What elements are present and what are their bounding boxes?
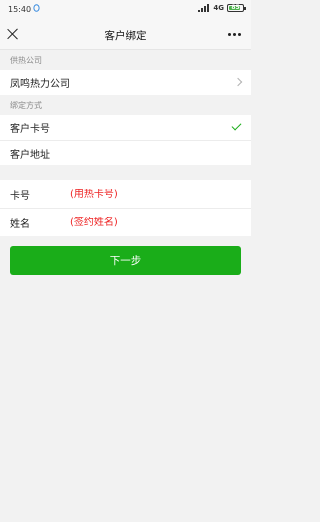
- network-type: 4G: [213, 4, 224, 12]
- bind-option-address[interactable]: 客户地址: [0, 140, 251, 165]
- card-number-label: 卡号: [10, 190, 30, 202]
- status-time: 15:40: [8, 5, 32, 14]
- next-step-button[interactable]: 下一步: [10, 246, 241, 275]
- bind-option-label: 客户地址: [10, 149, 50, 161]
- supplier-company-name: 凤鸣热力公司: [10, 79, 70, 90]
- bind-method-section-label: 绑定方式: [10, 101, 42, 110]
- chevron-right-icon: [233, 77, 243, 87]
- name-input[interactable]: [70, 217, 220, 228]
- name-label: 姓名: [10, 219, 30, 230]
- nav-bar: 客户绑定: [0, 20, 251, 50]
- page-title: 客户绑定: [104, 30, 147, 42]
- signal-icon: [198, 4, 210, 12]
- bind-option-label: 客户卡号: [10, 124, 50, 135]
- status-icons: 4G 85: [198, 4, 246, 12]
- battery-icon: 85: [227, 4, 246, 12]
- qq-notification-icon: [33, 4, 40, 12]
- battery-level: 85: [231, 4, 240, 11]
- supplier-company-cell[interactable]: 凤鸣热力公司: [0, 70, 251, 95]
- supplier-section-label: 供热公司: [10, 56, 42, 65]
- status-bar: 15:40 4G 85: [0, 0, 251, 20]
- card-number-input[interactable]: [70, 188, 220, 200]
- name-row: 姓名: [0, 208, 251, 236]
- checkmark-icon: [231, 120, 242, 131]
- card-number-row: 卡号: [0, 180, 251, 208]
- bind-option-card-number[interactable]: 客户卡号: [0, 115, 251, 140]
- more-icon[interactable]: [228, 33, 241, 36]
